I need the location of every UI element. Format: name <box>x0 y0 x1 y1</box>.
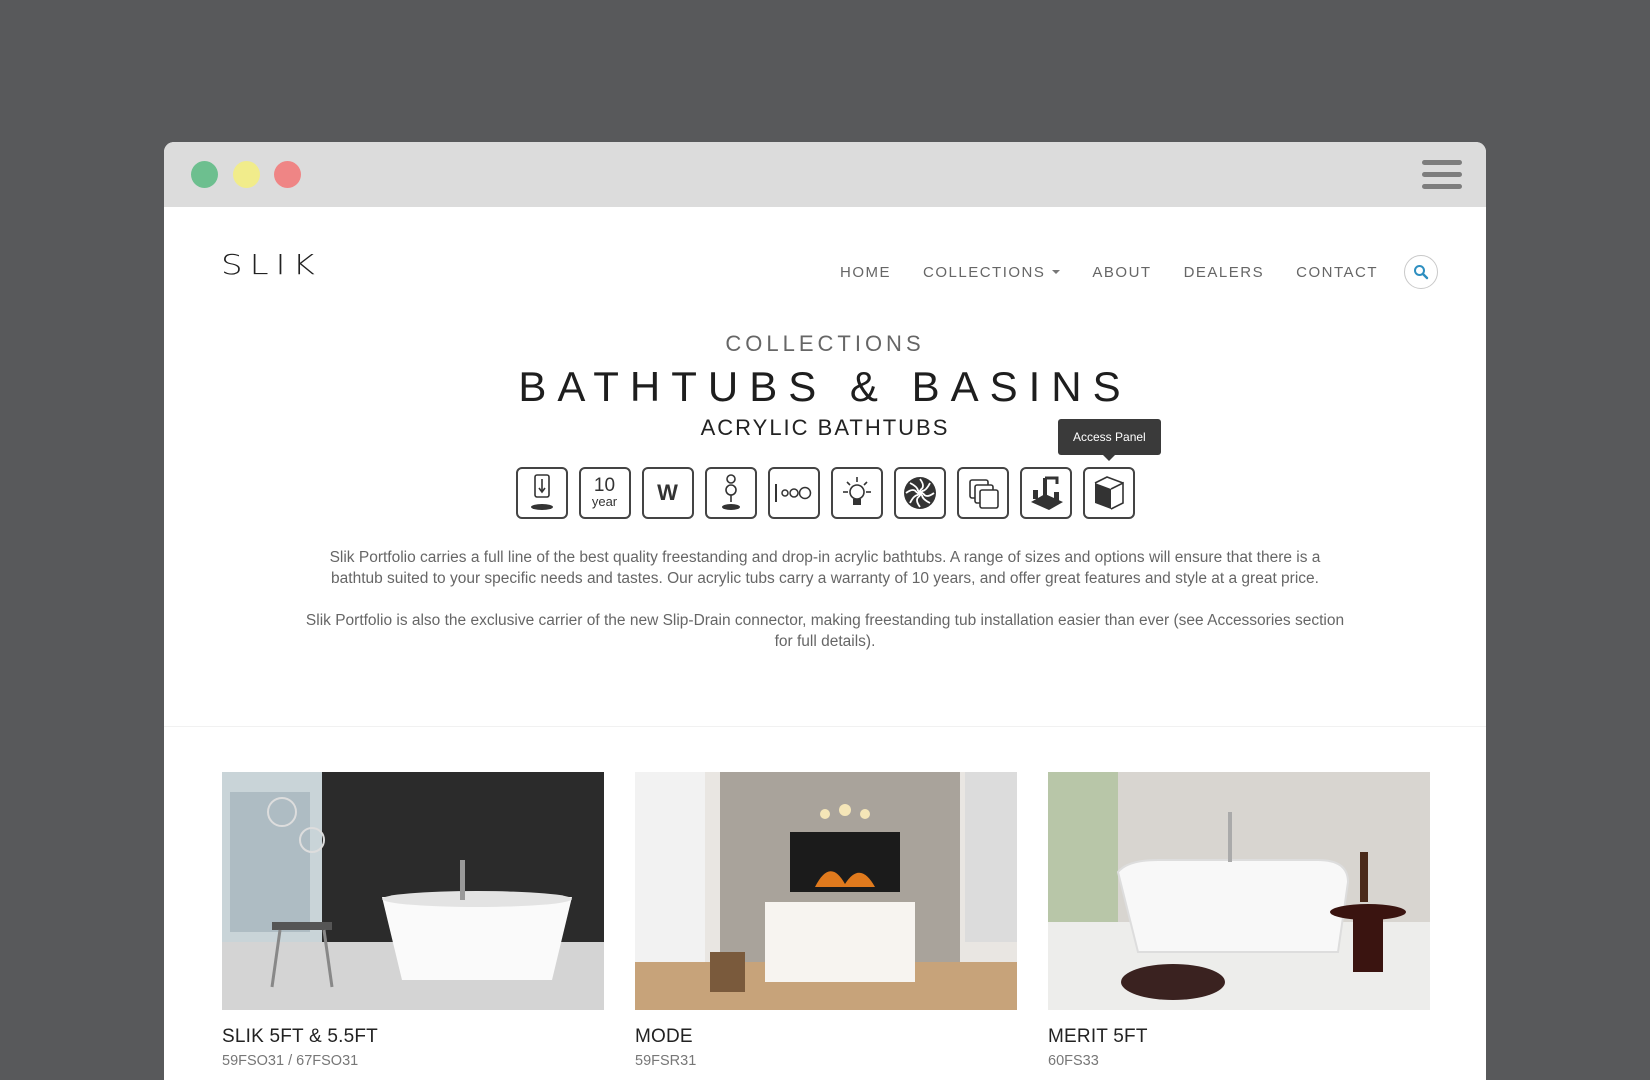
window-close-button[interactable] <box>274 161 301 188</box>
product-image[interactable] <box>222 772 604 1010</box>
product-card[interactable]: MERIT 5FT 60FS33 <box>1048 772 1430 1080</box>
product-card[interactable]: MODE 59FSR31 <box>635 772 1017 1080</box>
slip-drain-icon[interactable] <box>515 467 568 519</box>
nav-home-label: HOME <box>840 263 892 281</box>
hamburger-menu-icon[interactable] <box>1422 160 1462 192</box>
page-title: BATHTUBS & BASINS <box>518 363 1132 410</box>
nav-dealers[interactable]: DEALERS <box>1184 264 1265 281</box>
search-button[interactable] <box>1404 255 1438 289</box>
product-name[interactable]: MERIT 5FT <box>1048 1026 1430 1048</box>
nav-home[interactable]: HOME <box>840 264 891 281</box>
tooltip: Access Panel <box>1058 419 1161 461</box>
nav-about-label: ABOUT <box>1092 263 1152 281</box>
window-minimize-button[interactable] <box>233 161 260 188</box>
feature-icons: Access Panel 10 year W <box>164 419 1486 519</box>
section-eyebrow: COLLECTIONS <box>725 331 925 356</box>
product-code: 59FSO31 / 67FSO31 <box>222 1053 359 1069</box>
slik-logo[interactable]: SLIK <box>221 249 322 281</box>
window-maximize-button[interactable] <box>191 161 218 188</box>
product-grid: SLIK 5FT & 5.5FT 59FSO31 / 67FSO31 MODE … <box>222 772 1461 1080</box>
browser-window: SLIK HOME COLLECTIONS ABOUT DEALERS CONT… <box>164 142 1486 1080</box>
size-options-icon[interactable] <box>956 467 1009 519</box>
nav-contact-label: CONTACT <box>1296 263 1378 281</box>
warranty-number: 10 <box>593 475 616 496</box>
whirlpool-icon[interactable] <box>893 467 946 519</box>
warranty-unit: year <box>591 494 618 509</box>
product-name[interactable]: MODE <box>635 1026 1017 1048</box>
nav-dealers-label: DEALERS <box>1183 263 1265 281</box>
site-header: SLIK HOME COLLECTIONS ABOUT DEALERS CONT… <box>164 207 1486 327</box>
description-paragraph-2: Slik Portfolio is also the exclusive car… <box>305 612 1345 650</box>
product-image[interactable] <box>1048 772 1430 1010</box>
product-card[interactable]: SLIK 5FT & 5.5FT 59FSO31 / 67FSO31 <box>222 772 604 1080</box>
product-image[interactable] <box>635 772 1017 1010</box>
description-paragraph-1: Slik Portfolio carries a full line of th… <box>329 549 1321 587</box>
main-nav: HOME COLLECTIONS ABOUT DEALERS CONTACT <box>808 255 1438 289</box>
nav-contact[interactable]: CONTACT <box>1296 264 1378 281</box>
nav-collections-label: COLLECTIONS <box>923 263 1046 281</box>
pop-up-drain-icon[interactable] <box>704 467 757 519</box>
w-icon[interactable]: W <box>641 467 694 519</box>
search-icon <box>1414 265 1429 280</box>
nav-collections[interactable]: COLLECTIONS <box>923 263 1061 281</box>
overflow-icon[interactable] <box>767 467 820 519</box>
product-name[interactable]: SLIK 5FT & 5.5FT <box>222 1026 604 1048</box>
product-code: 60FS33 <box>1048 1053 1099 1069</box>
chromatherapy-icon[interactable] <box>830 467 883 519</box>
warranty-icon[interactable]: 10 year <box>578 467 631 519</box>
section-divider <box>164 726 1486 727</box>
page-heading: COLLECTIONS BATHTUBS & BASINS ACRYLIC BA… <box>164 331 1486 441</box>
w-label: W <box>657 480 678 505</box>
page-subtitle: ACRYLIC BATHTUBS <box>700 415 950 440</box>
faucet-deck-icon[interactable] <box>1019 467 1072 519</box>
caret-down-icon <box>1052 270 1061 274</box>
product-code: 59FSR31 <box>635 1053 697 1069</box>
nav-about[interactable]: ABOUT <box>1092 264 1151 281</box>
collection-description: Slik Portfolio carries a full line of th… <box>305 547 1345 652</box>
window-titlebar <box>164 142 1486 207</box>
access-panel-icon[interactable] <box>1082 467 1135 519</box>
